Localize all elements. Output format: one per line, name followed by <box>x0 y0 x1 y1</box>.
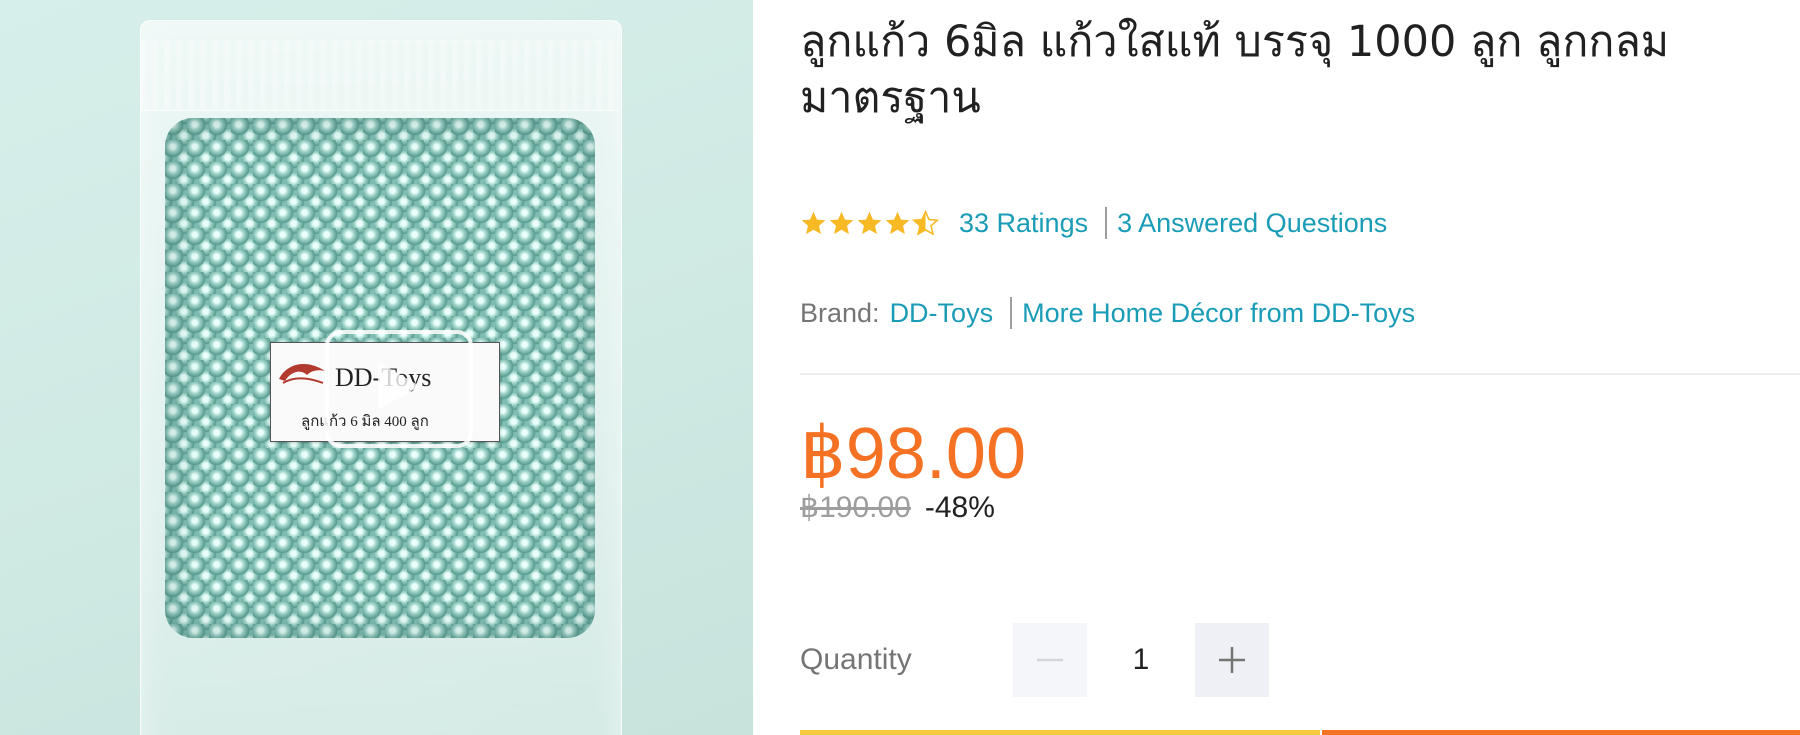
ratings-link[interactable]: 33 Ratings <box>959 208 1088 239</box>
video-play-button[interactable] <box>325 330 473 448</box>
questions-link[interactable]: 3 Answered Questions <box>1117 208 1387 239</box>
add-to-cart-button[interactable] <box>1322 730 1800 735</box>
more-from-brand-link[interactable]: More Home Décor from DD-Toys <box>1022 298 1415 329</box>
minus-icon <box>1037 658 1063 662</box>
product-info-panel: ลูกแก้ว 6มิล แก้วใสแท้ บรรจุ 1000 ลูก ลู… <box>800 0 1800 735</box>
rating-row: 33 Ratings 3 Answered Questions <box>800 203 1387 243</box>
star-half-icon <box>912 209 939 236</box>
separator <box>1010 297 1013 329</box>
star-full-icon <box>801 211 826 234</box>
discount-badge: -48% <box>924 490 995 524</box>
quantity-increase-button[interactable] <box>1195 623 1269 697</box>
dolphin-logo-icon <box>279 364 325 384</box>
quantity-label: Quantity <box>800 643 912 676</box>
star-full-icon <box>885 211 910 234</box>
brand-row: Brand: DD-Toys More Home Décor from DD-T… <box>800 293 1415 333</box>
play-icon <box>378 362 420 410</box>
product-image[interactable]: DD-Toys ลูกแก้ว 6 มิล 400 ลูก <box>0 0 753 735</box>
rating-stars[interactable] <box>800 209 939 237</box>
original-price: ฿190.00 <box>800 491 911 524</box>
quantity-stepper: Quantity <box>800 622 1269 698</box>
quantity-input[interactable] <box>1087 622 1195 698</box>
plus-icon <box>1219 647 1245 673</box>
package-seal <box>140 40 620 111</box>
brand-link[interactable]: DD-Toys <box>890 298 994 329</box>
quantity-decrease-button[interactable] <box>1013 623 1087 697</box>
brand-label: Brand: <box>800 297 880 328</box>
star-full-icon <box>857 211 882 234</box>
star-full-icon <box>829 211 854 234</box>
buy-now-button[interactable] <box>800 730 1320 735</box>
original-price-row: ฿190.00 -48% <box>800 490 995 525</box>
section-divider <box>800 373 1800 375</box>
current-price: ฿98.00 <box>800 414 1026 494</box>
product-title: ลูกแก้ว 6มิล แก้วใสแท้ บรรจุ 1000 ลูก ลู… <box>800 17 1670 123</box>
separator <box>1105 207 1108 239</box>
